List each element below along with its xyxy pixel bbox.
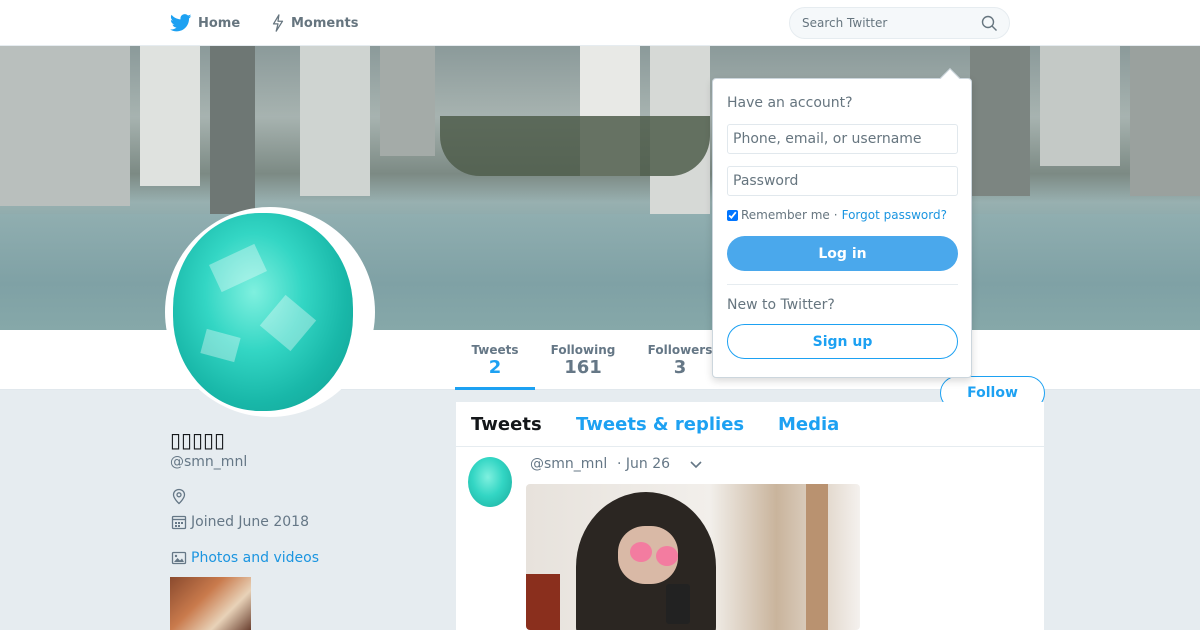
photos-and-videos-label: Photos and videos [191, 550, 320, 566]
stat-followers-label: Followers [647, 343, 713, 357]
tab-tweets[interactable]: Tweets [471, 414, 542, 435]
separator-dot: · [833, 208, 838, 222]
location-icon [172, 488, 186, 505]
timeline-tabs: Tweets Tweets & replies Media [456, 402, 1044, 447]
top-nav: Home Moments [0, 0, 1200, 46]
search-icon[interactable] [981, 15, 998, 32]
remember-label[interactable]: Remember me [741, 208, 830, 222]
stat-tweets-value: 2 [488, 357, 502, 378]
photos-and-videos-link[interactable]: Photos and videos [171, 550, 319, 566]
joined-text: Joined June 2018 [191, 514, 309, 530]
stat-following-value: 161 [564, 357, 602, 378]
tweet-handle[interactable]: @smn_mnl [530, 456, 607, 472]
new-to-twitter-heading: New to Twitter? [727, 297, 835, 313]
twitter-bird-icon [170, 14, 192, 32]
search-input[interactable] [790, 8, 980, 38]
remember-checkbox[interactable] [727, 209, 738, 221]
search-box [789, 7, 1010, 39]
image-icon [171, 551, 187, 565]
stat-followers[interactable]: Followers 3 [640, 330, 720, 390]
have-account-heading: Have an account? [727, 95, 853, 111]
tab-tweets-and-replies[interactable]: Tweets & replies [576, 414, 744, 435]
profile-handle: @smn_mnl [170, 454, 248, 470]
tweet-photo[interactable] [526, 484, 860, 630]
divider [727, 284, 958, 285]
forgot-password-link[interactable]: Forgot password? [842, 208, 947, 222]
stat-following[interactable]: Following 161 [545, 330, 621, 390]
profile-avatar[interactable] [165, 207, 375, 417]
tweet-date[interactable]: · Jun 26 [617, 456, 670, 472]
media-thumbnail[interactable] [170, 577, 251, 630]
signup-button[interactable]: Sign up [727, 324, 958, 359]
nav-home[interactable]: Home [170, 0, 240, 46]
lightning-icon [272, 14, 284, 32]
timeline: Tweets Tweets & replies Media @smn_mnl ·… [456, 402, 1044, 630]
nav-moments-label: Moments [291, 15, 359, 31]
tab-media[interactable]: Media [778, 414, 839, 435]
username-field[interactable] [727, 124, 958, 154]
nav-home-label: Home [198, 15, 241, 31]
stat-following-label: Following [550, 343, 616, 357]
tweet-avatar[interactable] [468, 457, 512, 507]
profile-joined: Joined June 2018 [171, 514, 309, 530]
calendar-icon [171, 515, 187, 530]
profile-name: ▯▯▯▯▯ [170, 428, 226, 452]
nav-moments[interactable]: Moments [271, 0, 358, 46]
login-dropdown: Have an account? Remember me · Forgot pa… [712, 68, 972, 378]
chevron-down-icon[interactable] [689, 459, 703, 471]
remember-row: Remember me · Forgot password? [727, 208, 947, 222]
stat-tweets[interactable]: Tweets 2 [455, 330, 535, 390]
password-field[interactable] [727, 166, 958, 196]
avatar-image [173, 213, 353, 411]
stat-tweets-label: Tweets [471, 343, 519, 357]
stat-followers-value: 3 [673, 357, 687, 378]
login-button[interactable]: Log in [727, 236, 958, 271]
